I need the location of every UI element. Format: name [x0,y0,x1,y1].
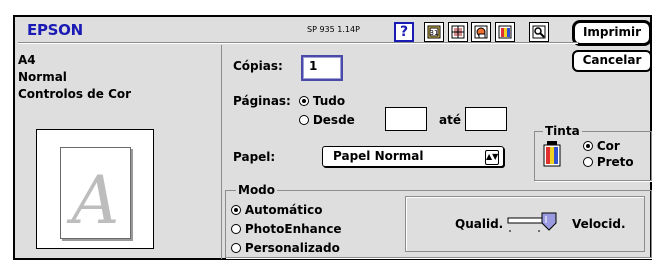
radio-indicator [231,224,241,234]
radio-indicator [231,243,241,253]
driver-version: SP 935 1.14P [307,25,360,34]
ink-group-title: Tinta [543,124,582,138]
copies-input[interactable]: 1 [301,55,343,81]
mode-custom-label: Personalizado [244,241,340,255]
epson-logo: EPSON [27,21,83,39]
mode-automatic-label: Automático [244,203,323,217]
pages-all-label: Tudo [312,94,346,108]
pages-range-radio[interactable]: Desde [299,113,355,127]
pages-all-radio[interactable]: Tudo [299,94,345,108]
paper-type-select[interactable]: Papel Normal ▲▼ [322,146,504,167]
page-preview: A [36,129,154,249]
pages-from-input[interactable] [385,107,427,131]
settings-summary: A4 Normal Controlos de Cor [18,52,224,103]
print-dialog: EPSON SP 935 1.14P ? 31 Imprimir Cancela… [13,15,652,260]
radio-indicator [231,205,241,215]
cancel-button[interactable]: Cancelar [572,50,652,72]
ink-cartridge-icon [543,141,561,170]
summary-color-controls: Controlos de Cor [18,87,132,101]
paper-sheet: A [60,147,131,239]
ink-black-label: Preto [596,155,634,169]
pages-label: Páginas: [233,94,291,108]
help-button[interactable]: ? [394,22,414,42]
radio-indicator [299,96,309,106]
paper-label: Papel: [233,150,276,164]
print-settings-icon[interactable]: 31 [424,22,444,42]
sidebar-divider [221,45,222,259]
layout-icon[interactable] [448,22,468,42]
quality-speed-panel: Qualid. Velocid. [405,196,645,252]
ink-color-label: Cor [596,139,620,153]
pages-from-label: Desde [312,113,355,127]
mode-custom-radio[interactable]: Personalizado [231,241,340,255]
quality-speed-slider[interactable] [506,211,568,240]
svg-text:31: 31 [430,29,439,37]
select-arrows-icon: ▲▼ [485,150,499,165]
preview-letter: A [71,162,120,239]
mode-photoenhance-radio[interactable]: PhotoEnhance [231,222,342,236]
ink-group: Tinta Cor Preto [534,124,652,181]
radio-indicator [583,141,593,151]
summary-paper-type: Normal [18,70,67,84]
mode-group-title: Modo [236,183,278,197]
mode-photoenhance-label: PhotoEnhance [244,222,342,236]
radio-indicator [583,157,593,167]
summary-paper-size: A4 [18,53,36,67]
print-button[interactable]: Imprimir [572,20,652,46]
ink-black-radio[interactable]: Preto [583,155,634,169]
pages-to-input[interactable] [465,107,507,131]
radio-indicator [299,115,309,125]
copies-label: Cópias: [233,59,283,73]
quality-label: Qualid. [455,217,504,231]
ink-color-radio[interactable]: Cor [583,139,620,153]
mode-automatic-radio[interactable]: Automático [231,203,322,217]
preview-icon[interactable] [529,22,549,42]
pages-to-label: até [439,113,461,127]
paper-type-value: Papel Normal [333,149,424,163]
speed-label: Velocid. [572,217,626,231]
ink-icon[interactable] [495,22,515,42]
utilities-icon[interactable] [471,22,491,42]
